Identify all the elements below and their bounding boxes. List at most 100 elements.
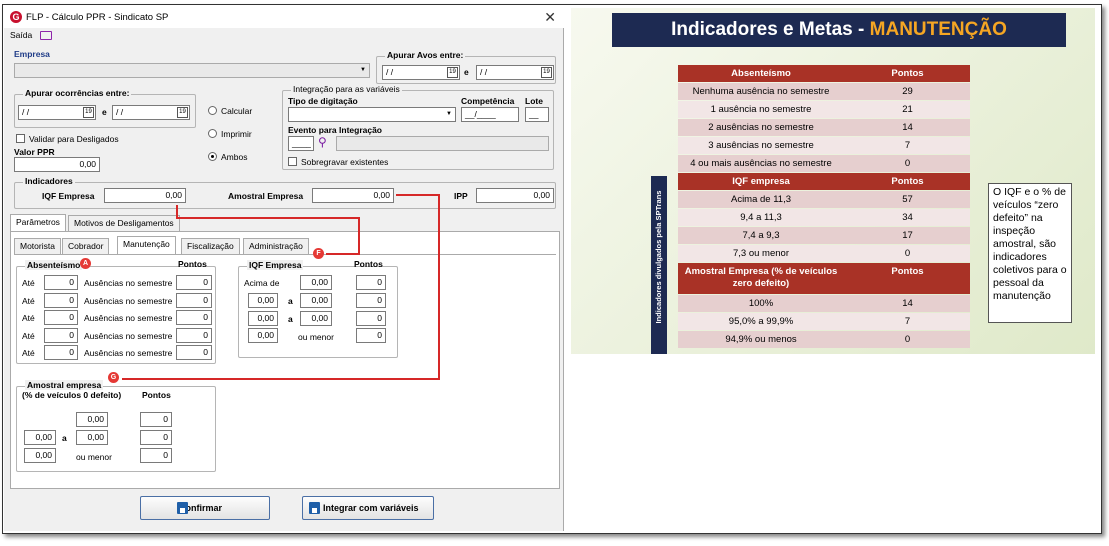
connector-line: [326, 253, 360, 255]
ocorrencias-from-date[interactable]: / / 19: [18, 105, 96, 120]
amostral-pontos-label: Pontos: [142, 390, 171, 400]
chevron-down-icon[interactable]: ▼: [358, 65, 368, 76]
empresa-label: Empresa: [14, 49, 50, 59]
calendar-icon[interactable]: 19: [177, 107, 188, 118]
empresa-select[interactable]: ▼: [14, 63, 370, 78]
iqf-menor-input[interactable]: 0,00: [248, 328, 278, 343]
iqf-empresa-input[interactable]: 0,00: [104, 188, 186, 203]
subtab-divider: [14, 254, 556, 255]
calendar-icon[interactable]: 19: [447, 67, 458, 78]
evento-label: Evento para Integração: [288, 125, 383, 135]
amostral-pontos-input[interactable]: 0: [140, 448, 172, 463]
iqf-pontos-input[interactable]: 0: [356, 275, 386, 290]
tab-fiscalizacao[interactable]: Fiscalização: [181, 238, 240, 254]
amostral-menor-input[interactable]: 0,00: [24, 448, 56, 463]
iqf-pontos-input[interactable]: 0: [356, 311, 386, 326]
absenteismo-pontos-input[interactable]: 0: [176, 293, 212, 308]
table-cell: 1 ausência no semestre: [710, 104, 812, 115]
table-row: 7,4 a 9,3 17: [678, 227, 970, 244]
avos-to-date[interactable]: / / 19: [476, 65, 554, 80]
valor-ppr-input[interactable]: 0,00: [14, 157, 100, 172]
ate-label: Até: [22, 331, 35, 341]
evento-description: [336, 136, 549, 151]
connector-line: [358, 217, 360, 255]
ipp-label: IPP: [454, 191, 468, 201]
iqf-range-to-input[interactable]: 0,00: [300, 293, 332, 308]
table-cell: 0: [904, 334, 911, 345]
iqf-range-from-input[interactable]: 0,00: [248, 311, 278, 326]
tab-motorista[interactable]: Motorista: [14, 238, 61, 254]
tab-motivos[interactable]: Motivos de Desligamentos: [68, 215, 180, 231]
absenteismo-pontos-input[interactable]: 0: [176, 275, 212, 290]
ou-menor-label: ou menor: [76, 452, 112, 462]
calendar-icon[interactable]: 19: [541, 67, 552, 78]
calcular-label: Calcular: [221, 106, 253, 116]
absenteismo-value-input[interactable]: 0: [44, 345, 78, 360]
absenteismo-label: Absenteísmo: [25, 260, 83, 270]
absenteismo-value-input[interactable]: 0: [44, 328, 78, 343]
a-label: a: [288, 314, 293, 324]
ate-label: Até: [22, 296, 35, 306]
iqf-pontos-input[interactable]: 0: [356, 293, 386, 308]
table-cell: 0: [904, 158, 911, 169]
absenteismo-pontos-input[interactable]: 0: [176, 310, 212, 325]
menu-saida[interactable]: Saída: [10, 30, 32, 40]
ocorrencias-to-date[interactable]: / / 19: [112, 105, 190, 120]
iqf-pontos-input[interactable]: 0: [356, 328, 386, 343]
table-header-cell: Absenteísmo: [731, 68, 791, 79]
absenteismo-pontos-input[interactable]: 0: [176, 328, 212, 343]
amostral-pontos-input[interactable]: 0: [140, 430, 172, 445]
iqf-acima-input[interactable]: 0,00: [300, 275, 332, 290]
table-row: 94,9% ou menos 0: [678, 331, 970, 348]
evento-input[interactable]: ____: [288, 136, 314, 151]
ipp-input[interactable]: 0,00: [476, 188, 554, 203]
lote-input[interactable]: __: [525, 107, 549, 122]
table-cell: 7: [904, 140, 911, 151]
tab-parametros[interactable]: Parâmetros: [10, 214, 66, 232]
connector-line: [176, 217, 360, 219]
avos-from-date[interactable]: / / 19: [382, 65, 460, 80]
sobregravar-checkbox[interactable]: [288, 157, 297, 166]
marker-f: F: [313, 248, 324, 259]
table-row: 100% 14: [678, 295, 970, 312]
table-cell: 17: [902, 230, 913, 241]
amostral-range-from-input[interactable]: 0,00: [24, 430, 56, 445]
iqf-pontos-label: Pontos: [354, 259, 383, 269]
table-row: 2 ausências no semestre 14: [678, 119, 970, 136]
ocorrencias-e-label: e: [102, 107, 107, 117]
integrar-label: Integrar com variáveis: [323, 503, 419, 513]
calcular-radio[interactable]: [208, 106, 217, 115]
amostral-empresa-input[interactable]: 0,00: [312, 188, 394, 203]
table-row: 4 ou mais ausências no semestre 0: [678, 155, 970, 172]
absenteismo-value-input[interactable]: 0: [44, 293, 78, 308]
ambos-radio[interactable]: [208, 152, 217, 161]
absenteismo-value-input[interactable]: 0: [44, 310, 78, 325]
absenteismo-pontos-input[interactable]: 0: [176, 345, 212, 360]
amostral-header-row: Amostral Empresa (% de veículos zero def…: [678, 263, 970, 294]
competencia-input[interactable]: __/____: [461, 107, 519, 122]
imprimir-radio[interactable]: [208, 129, 217, 138]
chevron-down-icon[interactable]: ▼: [444, 109, 454, 120]
iqf-range-from-input[interactable]: 0,00: [248, 293, 278, 308]
connector-line: [122, 378, 440, 380]
table-cell: 7,3 ou menor: [733, 248, 789, 259]
amostral-range-to-input[interactable]: 0,00: [76, 430, 108, 445]
tab-administracao[interactable]: Administração: [243, 238, 309, 254]
tab-manutencao[interactable]: Manutenção: [117, 236, 176, 254]
table-cell: 57: [902, 194, 913, 205]
amostral-pontos-input[interactable]: 0: [140, 412, 172, 427]
amostral-top-input[interactable]: 0,00: [76, 412, 108, 427]
validar-desligados-checkbox[interactable]: [16, 134, 25, 143]
absenteismo-value-input[interactable]: 0: [44, 275, 78, 290]
iqf-range-to-input[interactable]: 0,00: [300, 311, 332, 326]
tipo-digitacao-select[interactable]: ▼: [288, 107, 456, 122]
confirmar-button[interactable]: Confirmar: [140, 496, 270, 520]
amostral-empresa-label: Amostral Empresa: [228, 191, 304, 201]
table-cell: 14: [902, 122, 913, 133]
monitor-icon[interactable]: [40, 31, 52, 40]
calendar-icon[interactable]: 19: [83, 107, 94, 118]
search-icon[interactable]: ⚲: [318, 135, 332, 149]
integrar-button[interactable]: Integrar com variáveis: [302, 496, 434, 520]
tab-cobrador[interactable]: Cobrador: [62, 238, 110, 254]
close-icon[interactable]: ✕: [544, 9, 556, 26]
